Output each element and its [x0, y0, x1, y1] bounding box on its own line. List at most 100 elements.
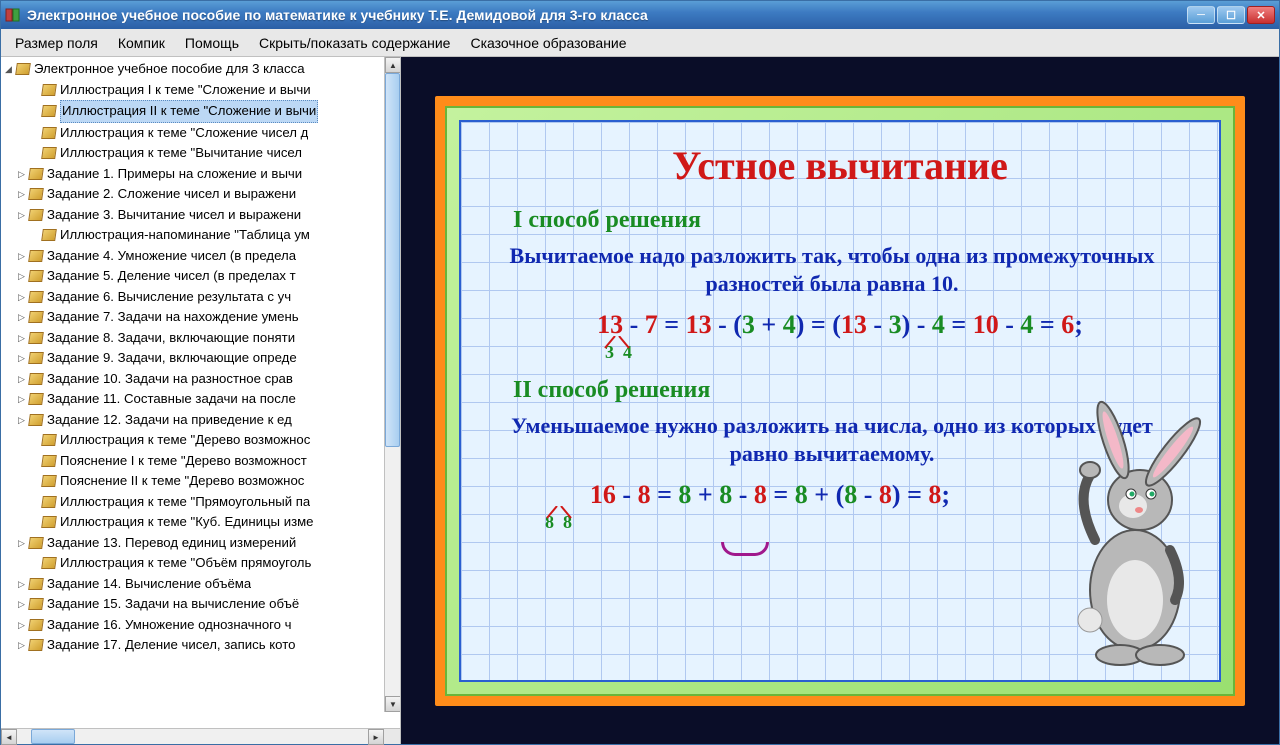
tree-item-label: Задание 3. Вычитание чисел и выражени [47, 205, 301, 226]
book-icon [29, 168, 43, 180]
book-icon [29, 598, 43, 610]
book-icon [16, 63, 30, 75]
tree-item-label: Иллюстрация к теме "Сложение чисел д [60, 123, 308, 144]
expand-icon[interactable]: ▷ [16, 394, 27, 405]
tree-item[interactable]: ▷Задание 17. Деление чисел, запись кото [1, 635, 400, 656]
expand-icon[interactable]: ▷ [16, 537, 27, 548]
book-icon [29, 639, 43, 651]
menu-kompik[interactable]: Компик [108, 32, 175, 54]
tree-item[interactable]: Иллюстрация к теме "Дерево возможнос [1, 430, 400, 451]
tree-item-label: Иллюстрация I к теме "Сложение и вычи [60, 80, 311, 101]
expand-icon[interactable]: ▷ [16, 599, 27, 610]
app-icon [5, 7, 21, 23]
tree-root[interactable]: ◢ Электронное учебное пособие для 3 класс… [1, 59, 400, 80]
expand-icon[interactable]: ▷ [16, 373, 27, 384]
tree-item-label: Иллюстрация к теме "Прямоугольный па [60, 492, 310, 513]
hscroll-track[interactable] [17, 729, 368, 744]
menu-fairy-education[interactable]: Сказочное образование [460, 32, 636, 54]
tree-item-label: Задание 4. Умножение чисел (в предела [47, 246, 296, 267]
tree-item[interactable]: ▷ Задание 3. Вычитание чисел и выражени [1, 205, 400, 226]
close-button[interactable]: ✕ [1247, 6, 1275, 24]
book-icon [29, 537, 43, 549]
tree-item[interactable]: ▷Задание 8. Задачи, включающие поняти [1, 328, 400, 349]
expand-icon[interactable]: ▷ [16, 250, 27, 261]
tree-item-label: Задание 7. Задачи на нахождение умень [47, 307, 299, 328]
expand-icon[interactable]: ▷ [16, 291, 27, 302]
maximize-button[interactable]: ☐ [1217, 6, 1245, 24]
scroll-down-arrow[interactable]: ▼ [385, 696, 400, 712]
expand-icon[interactable]: ▷ [16, 312, 27, 323]
book-icon [29, 414, 43, 426]
tree-item[interactable]: Иллюстрация к теме "Объём прямоуголь [1, 553, 400, 574]
minimize-button[interactable]: ─ [1187, 6, 1215, 24]
tree-item[interactable]: Пояснение I к теме "Дерево возможност [1, 451, 400, 472]
tree-item[interactable]: ▷Задание 12. Задачи на приведение к ед [1, 410, 400, 431]
tree-item-label: Иллюстрация к теме "Дерево возможнос [60, 430, 310, 451]
book-icon [29, 311, 43, 323]
tree-root-label: Электронное учебное пособие для 3 класса [34, 59, 305, 80]
slide-outer-frame: Устное вычитание I способ решения Вычита… [435, 96, 1245, 706]
method1-label: I способ решения [513, 207, 1195, 234]
tree-item[interactable]: ▷Задание 6. Вычисление результата с уч [1, 287, 400, 308]
tree-item[interactable]: ▷Задание 9. Задачи, включающие опреде [1, 348, 400, 369]
tree-item[interactable]: ▷Задание 14. Вычисление объёма [1, 574, 400, 595]
scroll-right-arrow[interactable]: ► [368, 729, 384, 745]
content-area: Устное вычитание I способ решения Вычита… [401, 57, 1279, 744]
horizontal-scrollbar[interactable]: ◄ ► [1, 728, 400, 744]
scroll-up-arrow[interactable]: ▲ [385, 57, 400, 73]
vertical-scrollbar[interactable]: ▲ ▼ [384, 57, 400, 712]
expand-icon[interactable]: ▷ [16, 414, 27, 425]
book-icon [29, 270, 43, 282]
contents-tree[interactable]: ◢ Электронное учебное пособие для 3 класс… [1, 57, 400, 658]
tree-item[interactable]: Иллюстрация к теме "Прямоугольный па [1, 492, 400, 513]
tree-item[interactable]: ▷Задание 2. Сложение чисел и выражени [1, 184, 400, 205]
tree-item[interactable]: Иллюстрация к теме "Куб. Единицы изме [1, 512, 400, 533]
expand-icon[interactable]: ▷ [16, 271, 27, 282]
collapse-icon[interactable]: ◢ [3, 64, 14, 75]
expand-icon[interactable]: ▷ [16, 168, 27, 179]
tree-item[interactable]: ▷Задание 10. Задачи на разностное срав [1, 369, 400, 390]
expand-icon[interactable]: ▷ [16, 189, 27, 200]
tree-item[interactable]: ▷ Задание 7. Задачи на нахождение умень [1, 307, 400, 328]
expand-icon[interactable]: ▷ [16, 578, 27, 589]
expand-icon[interactable]: ▷ [16, 332, 27, 343]
tree-item[interactable]: Иллюстрация к теме "Сложение чисел д [1, 123, 400, 144]
tree-item[interactable]: Иллюстрация II к теме "Сложение и вычи [1, 100, 400, 123]
tree-item-label: Иллюстрация к теме "Объём прямоуголь [60, 553, 311, 574]
menu-field-size[interactable]: Размер поля [5, 32, 108, 54]
book-icon [42, 516, 56, 528]
tree-item[interactable]: ▷ Задание 5. Деление чисел (в пределах т [1, 266, 400, 287]
tree-item[interactable]: ▷Задание 16. Умножение однозначного ч [1, 615, 400, 636]
book-icon [29, 332, 43, 344]
menu-help[interactable]: Помощь [175, 32, 249, 54]
expand-icon[interactable]: ▷ [16, 640, 27, 651]
expand-icon[interactable]: ▷ [16, 353, 27, 364]
slide-green-frame: Устное вычитание I способ решения Вычита… [445, 106, 1235, 696]
expand-icon[interactable]: ▷ [16, 619, 27, 630]
book-icon [29, 619, 43, 631]
hscroll-thumb[interactable] [31, 729, 75, 744]
menu-toggle-contents[interactable]: Скрыть/показать содержание [249, 32, 460, 54]
tree-item[interactable]: ▷Задание 15. Задачи на вычисление объё [1, 594, 400, 615]
tree-item-label: Пояснение I к теме "Дерево возможност [60, 451, 307, 472]
tree-item[interactable]: Иллюстрация к теме "Вычитание чисел [1, 143, 400, 164]
method1-description: Вычитаемое надо разложить так, чтобы одн… [509, 242, 1155, 298]
tree-item[interactable]: ▷ Задание 4. Умножение чисел (в предела [1, 246, 400, 267]
tree-item[interactable]: ▷ Задание 13. Перевод единиц измерений [1, 533, 400, 554]
tree-item-label: Задание 13. Перевод единиц измерений [47, 533, 296, 554]
scroll-track[interactable] [385, 73, 400, 696]
window-title: Электронное учебное пособие по математик… [27, 7, 1187, 23]
tree-item-label: Задание 1. Примеры на сложение и вычи [47, 164, 302, 185]
tree-item[interactable]: ▷Задание 11. Составные задачи на после [1, 389, 400, 410]
book-icon [29, 373, 43, 385]
tree-item-label: Задание 5. Деление чисел (в пределах т [47, 266, 296, 287]
tree-item[interactable]: Иллюстрация I к теме "Сложение и вычи [1, 80, 400, 101]
tree-item[interactable]: ▷ Задание 1. Примеры на сложение и вычи [1, 164, 400, 185]
scroll-left-arrow[interactable]: ◄ [1, 729, 17, 745]
expand-icon[interactable]: ▷ [16, 209, 27, 220]
book-icon [42, 229, 56, 241]
tree-item[interactable]: Пояснение II к теме "Дерево возможнос [1, 471, 400, 492]
scroll-thumb[interactable] [385, 73, 400, 447]
book-icon [29, 291, 43, 303]
tree-item[interactable]: Иллюстрация-напоминание "Таблица ум [1, 225, 400, 246]
